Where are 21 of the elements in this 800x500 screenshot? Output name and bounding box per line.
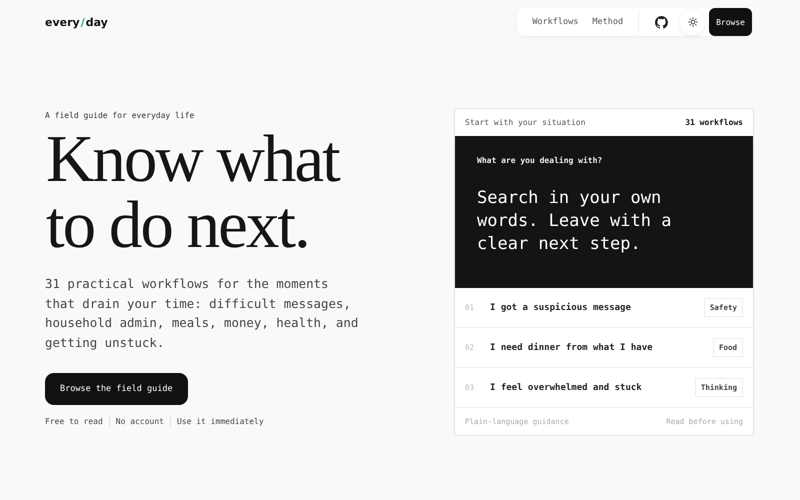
lede-paragraph: 31 practical workflows for the moments that drain your time: difficult messages, household admin, meals, money, health, and getting unstuck. <box>45 275 360 352</box>
row-text: I feel overwhelmed and stuck <box>490 382 643 392</box>
row-text: I need dinner from what I have <box>490 342 654 352</box>
github-icon[interactable] <box>655 16 668 28</box>
logo[interactable]: every/day <box>45 16 108 28</box>
feature-note: Free to read <box>45 417 103 426</box>
headline: Know what to do next. <box>46 126 340 258</box>
sun-icon <box>688 17 698 27</box>
prompt-text: What are you dealing with? <box>477 156 604 165</box>
theme-button[interactable] <box>680 10 706 34</box>
card-header-text: Start with your situation <box>465 118 586 127</box>
browse-button[interactable]: Browse <box>709 8 752 36</box>
nav-link[interactable]: Method <box>585 17 630 27</box>
workflow-count: 31 workflows <box>685 118 743 127</box>
browse-guide-button[interactable]: Browse the field guide <box>45 373 188 405</box>
feature-note: Use it immediately <box>176 417 264 426</box>
row-text: I got a suspicious message <box>490 302 632 312</box>
feature-note: No account <box>116 417 164 426</box>
nav-link[interactable]: Workflows <box>525 17 586 27</box>
eyebrow-text: A field guide for everyday life <box>45 111 196 120</box>
statement-text: Search in your own words. Leave with a clear next step. <box>477 187 672 256</box>
